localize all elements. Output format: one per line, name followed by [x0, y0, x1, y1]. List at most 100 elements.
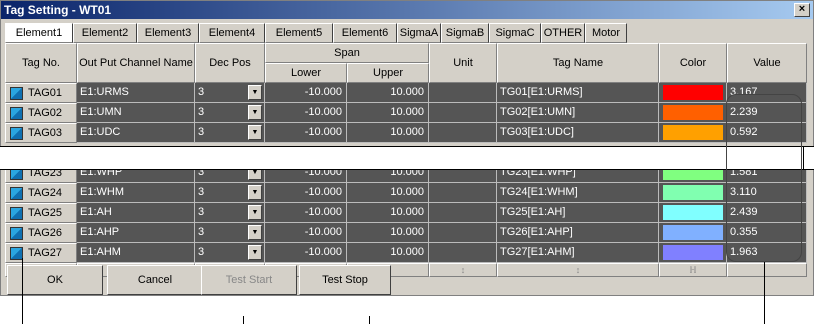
- upper-span-cell[interactable]: 10.000: [347, 203, 429, 223]
- table-row: TAG03 E1:UDC 3 ▼ -10.000 10.000 TG03[E1:UDC] 0.…: [5, 123, 807, 143]
- value-cell: 0.592: [727, 123, 807, 143]
- tag-name-cell[interactable]: TG03[E1:UDC]: [497, 123, 659, 143]
- tab-sigmab[interactable]: SigmaB: [441, 23, 489, 43]
- chevron-down-icon[interactable]: ▼: [248, 245, 262, 260]
- unit-cell[interactable]: [429, 83, 497, 103]
- color-swatch-cell[interactable]: [659, 183, 727, 203]
- unit-cell[interactable]: [429, 243, 497, 263]
- tag-no-cell[interactable]: TAG26: [5, 223, 77, 243]
- dec-pos-select[interactable]: 3 ▼: [195, 103, 265, 123]
- unit-cell[interactable]: [429, 203, 497, 223]
- tag-no-cell[interactable]: TAG27: [5, 243, 77, 263]
- header-dec-pos: Dec Pos: [195, 43, 265, 83]
- header-color: Color: [659, 43, 727, 83]
- upper-span-cell[interactable]: 10.000: [347, 183, 429, 203]
- color-swatch-cell[interactable]: [659, 203, 727, 223]
- color-swatch: [663, 205, 723, 220]
- tag-name-cell[interactable]: TG02[E1:UMN]: [497, 103, 659, 123]
- tag-name-cell[interactable]: TG24[E1:WHM]: [497, 183, 659, 203]
- tab-other[interactable]: OTHER: [541, 23, 585, 43]
- tag-no-label: TAG03: [28, 127, 63, 139]
- dec-pos-select[interactable]: 3 ▼: [195, 183, 265, 203]
- tag-no-cell[interactable]: TAG02: [5, 103, 77, 123]
- lower-span-cell[interactable]: -10.000: [265, 183, 347, 203]
- upper-span-cell[interactable]: 10.000: [347, 103, 429, 123]
- tag-no-label: TAG26: [28, 227, 63, 239]
- test-start-button[interactable]: Test Start: [201, 265, 297, 295]
- lower-span-cell[interactable]: -10.000: [265, 203, 347, 223]
- dec-pos-select[interactable]: 3 ▼: [195, 123, 265, 143]
- lower-span-cell[interactable]: -10.000: [265, 223, 347, 243]
- tag-name-cell[interactable]: TG26[E1:AHP]: [497, 223, 659, 243]
- dec-pos-value: 3: [198, 86, 205, 98]
- tab-sigmac[interactable]: SigmaC: [489, 23, 541, 43]
- tag-no-cell[interactable]: TAG01: [5, 83, 77, 103]
- output-channel-cell[interactable]: E1:AH: [77, 203, 195, 223]
- color-swatch-cell[interactable]: [659, 243, 727, 263]
- chevron-down-icon[interactable]: ▼: [248, 185, 262, 200]
- unit-cell[interactable]: [429, 103, 497, 123]
- upper-span-cell[interactable]: 10.000: [347, 243, 429, 263]
- tab-element6[interactable]: Element6: [333, 23, 397, 43]
- chevron-down-icon[interactable]: ▼: [248, 225, 262, 240]
- lower-span-cell[interactable]: -10.000: [265, 103, 347, 123]
- tab-element1[interactable]: Element1: [5, 23, 73, 43]
- close-button[interactable]: ×: [794, 3, 810, 17]
- dec-pos-select[interactable]: 3 ▼: [195, 83, 265, 103]
- unit-cell[interactable]: [429, 183, 497, 203]
- tag-icon: [10, 127, 23, 140]
- unit-cell[interactable]: [429, 223, 497, 243]
- color-swatch-cell[interactable]: [659, 83, 727, 103]
- output-channel-cell[interactable]: E1:UDC: [77, 123, 195, 143]
- lower-span-cell[interactable]: -10.000: [265, 243, 347, 263]
- band-divider: [726, 146, 727, 170]
- output-channel-cell[interactable]: E1:WHM: [77, 183, 195, 203]
- upper-span-cell[interactable]: 10.000: [347, 123, 429, 143]
- tag-no-cell[interactable]: TAG25: [5, 203, 77, 223]
- chevron-down-icon[interactable]: ▼: [248, 105, 262, 120]
- tag-no-cell[interactable]: TAG03: [5, 123, 77, 143]
- color-swatch: [663, 125, 723, 140]
- tag-no-label: TAG02: [28, 107, 63, 119]
- tab-element5[interactable]: Element5: [265, 23, 333, 43]
- test-stop-button[interactable]: Test Stop: [299, 265, 391, 295]
- chevron-down-icon[interactable]: ▼: [248, 205, 262, 220]
- title-bar: Tag Setting - WT01 ×: [1, 1, 813, 19]
- upper-span-cell[interactable]: 10.000: [347, 83, 429, 103]
- tab-motor[interactable]: Motor: [585, 23, 627, 43]
- dec-pos-value: 3: [198, 246, 205, 258]
- resize-handle[interactable]: ↕: [429, 263, 497, 277]
- tab-element3[interactable]: Element3: [137, 23, 199, 43]
- unit-cell[interactable]: [429, 123, 497, 143]
- upper-span-cell[interactable]: 10.000: [347, 223, 429, 243]
- dec-pos-select[interactable]: 3 ▼: [195, 223, 265, 243]
- tab-element2[interactable]: Element2: [73, 23, 137, 43]
- color-column-mark[interactable]: ℍ: [659, 263, 727, 277]
- callout-line: [243, 316, 244, 324]
- color-swatch: [663, 185, 723, 200]
- tab-sigmaa[interactable]: SigmaA: [397, 23, 441, 43]
- chevron-down-icon[interactable]: ▼: [248, 125, 262, 140]
- dec-pos-select[interactable]: 3 ▼: [195, 203, 265, 223]
- lower-span-cell[interactable]: -10.000: [265, 123, 347, 143]
- tag-no-cell[interactable]: TAG24: [5, 183, 77, 203]
- resize-handle[interactable]: ↕: [497, 263, 659, 277]
- tab-element4[interactable]: Element4: [199, 23, 265, 43]
- tag-name-cell[interactable]: TG27[E1:AHM]: [497, 243, 659, 263]
- output-channel-cell[interactable]: E1:AHP: [77, 223, 195, 243]
- color-swatch-cell[interactable]: [659, 103, 727, 123]
- callout-line: [764, 262, 765, 324]
- lower-span-cell[interactable]: -10.000: [265, 83, 347, 103]
- output-channel-cell[interactable]: E1:URMS: [77, 83, 195, 103]
- tag-name-cell[interactable]: TG01[E1:URMS]: [497, 83, 659, 103]
- dec-pos-select[interactable]: 3 ▼: [195, 243, 265, 263]
- output-channel-cell[interactable]: E1:UMN: [77, 103, 195, 123]
- output-channel-cell[interactable]: E1:AHM: [77, 243, 195, 263]
- cancel-button[interactable]: Cancel: [107, 265, 203, 295]
- color-swatch-cell[interactable]: [659, 223, 727, 243]
- table-row: TAG26 E1:AHP 3 ▼ -10.000 10.000 TG26[E1:AHP] 0.…: [5, 223, 807, 243]
- tag-no-label: TAG01: [28, 87, 63, 99]
- color-swatch-cell[interactable]: [659, 123, 727, 143]
- tag-name-cell[interactable]: TG25[E1:AH]: [497, 203, 659, 223]
- chevron-down-icon[interactable]: ▼: [248, 85, 262, 100]
